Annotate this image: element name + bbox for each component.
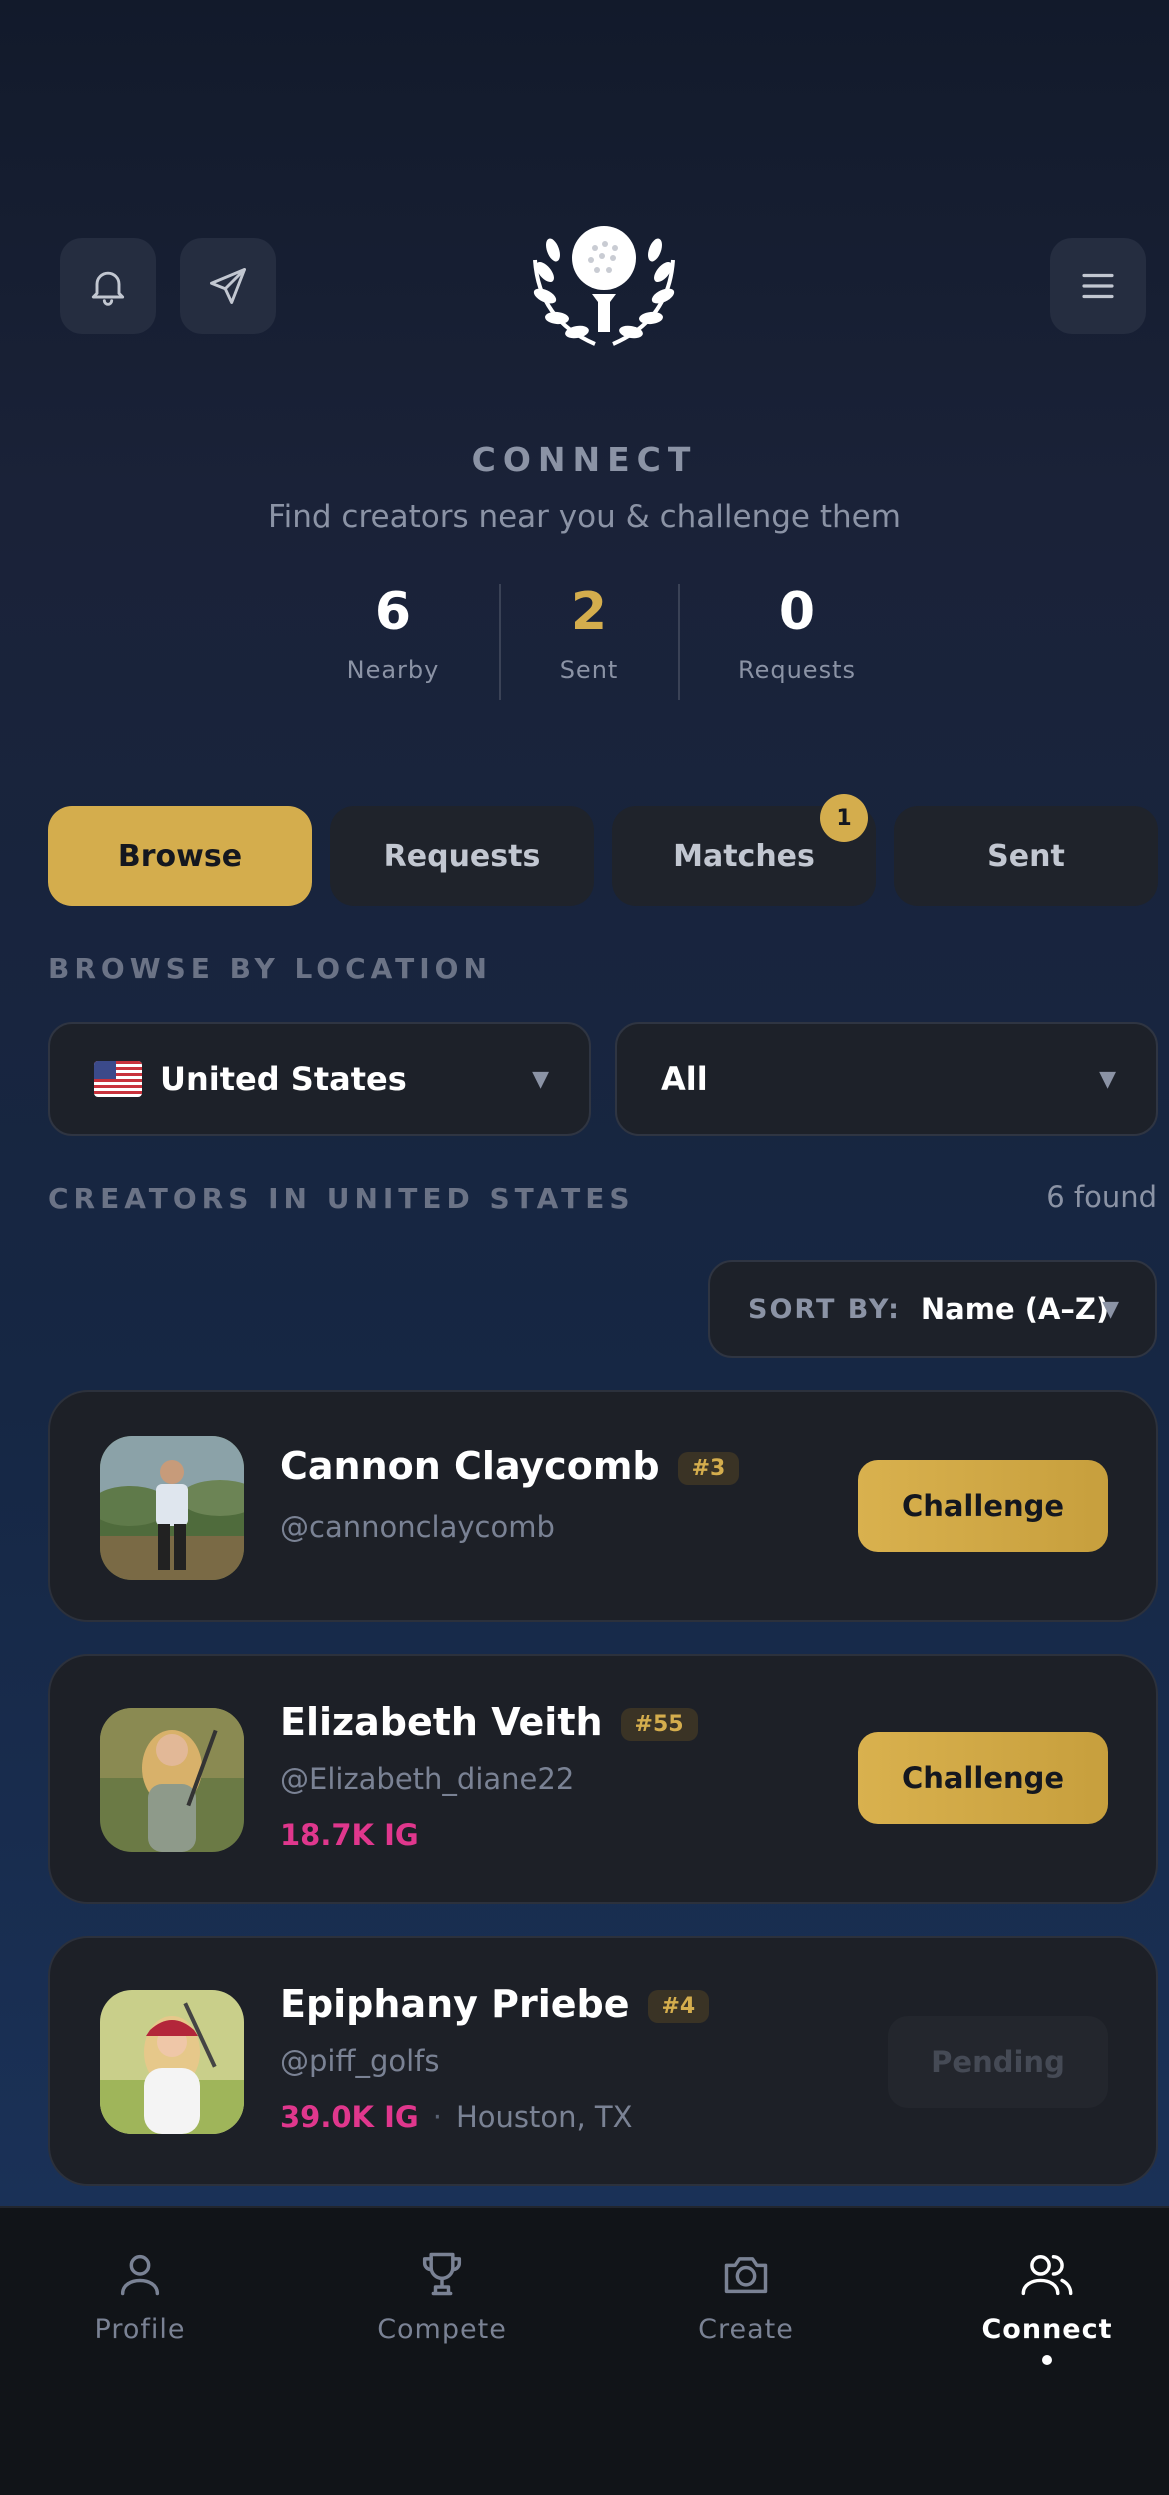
- tab-bar: Browse Requests Matches 1 Sent: [48, 794, 1158, 906]
- chevron-down-icon: ▼: [1102, 1296, 1119, 1322]
- creator-name[interactable]: Elizabeth Veith #55: [280, 1700, 698, 1744]
- notifications-button[interactable]: [60, 238, 156, 334]
- page-subtitle: Find creators near you & challenge them: [268, 499, 901, 535]
- active-indicator: [1042, 2355, 1052, 2365]
- creator-name-text: Cannon Claycomb: [280, 1444, 660, 1488]
- golf-ball-laurel-logo: [533, 226, 675, 346]
- sort-value: Name (A–Z): [920, 1292, 1110, 1326]
- nav-label: Profile: [94, 2314, 186, 2345]
- matches-count-badge: 1: [820, 794, 868, 842]
- creator-handle: @piff_golfs: [280, 2044, 440, 2078]
- creator-meta: 39.0K IG · Houston, TX: [280, 2100, 633, 2134]
- tab-sent[interactable]: Sent: [894, 806, 1158, 906]
- browse-section-label: BROWSE BY LOCATION: [48, 952, 492, 985]
- nav-connect[interactable]: Connect: [947, 2248, 1147, 2365]
- results-count: 6 found: [1046, 1180, 1157, 1214]
- divider: [678, 584, 680, 700]
- bell-icon: [91, 271, 125, 306]
- instagram-followers: 39.0K IG: [280, 2100, 419, 2134]
- creator-card[interactable]: Cannon Claycomb #3 @cannonclaycomb Challe…: [48, 1390, 1158, 1622]
- messages-button[interactable]: [180, 238, 276, 334]
- hero: CONNECT Find creators near you & challen…: [0, 440, 1169, 535]
- creator-name-text: Epiphany Priebe: [280, 1982, 630, 2026]
- us-flag-icon: [94, 1061, 142, 1097]
- stat-nearby: 6 Nearby: [293, 580, 493, 684]
- instagram-followers: 18.7K IG: [280, 1818, 419, 1852]
- creator-name-text: Elizabeth Veith: [280, 1700, 603, 1744]
- stat-label: Nearby: [346, 656, 440, 684]
- stat-value: 2: [570, 582, 608, 642]
- creator-card[interactable]: Elizabeth Veith #55 @Elizabeth_diane22 18…: [48, 1654, 1158, 1904]
- separator: ·: [432, 2100, 442, 2134]
- country-value: United States: [160, 1060, 407, 1098]
- stat-requests: 0 Requests: [697, 580, 897, 684]
- stat-label: Sent: [559, 656, 619, 684]
- sort-select[interactable]: SORT BY: Name (A–Z) ▼: [708, 1260, 1157, 1358]
- top-bar: [0, 226, 1169, 346]
- avatar: [100, 1708, 244, 1852]
- nav-create[interactable]: Create: [646, 2248, 846, 2345]
- nav-label: Create: [698, 2314, 794, 2345]
- hamburger-menu-icon: [1082, 273, 1114, 299]
- sort-label: SORT BY:: [748, 1293, 901, 1325]
- rank-badge: #3: [677, 1452, 740, 1485]
- creators-section-label: CREATORS IN UNITED STATES: [48, 1182, 635, 1215]
- creator-handle: @cannonclaycomb: [280, 1510, 555, 1544]
- pending-button[interactable]: Pending: [888, 2016, 1108, 2108]
- trophy-icon: [422, 2252, 462, 2296]
- tab-browse[interactable]: Browse: [48, 806, 312, 906]
- rank-badge: #4: [647, 1990, 710, 2023]
- nav-profile[interactable]: Profile: [40, 2248, 240, 2345]
- challenge-button[interactable]: Challenge: [858, 1460, 1108, 1552]
- stats-row: 6 Nearby 2 Sent 0 Requests: [0, 580, 1169, 700]
- creator-meta: 18.7K IG: [280, 1818, 419, 1852]
- creator-handle: @Elizabeth_diane22: [280, 1762, 575, 1796]
- tab-matches[interactable]: Matches 1: [612, 794, 876, 906]
- creator-card[interactable]: Epiphany Priebe #4 @piff_golfs 39.0K IG · H…: [48, 1936, 1158, 2186]
- stat-value: 6: [374, 582, 412, 642]
- creator-name[interactable]: Epiphany Priebe #4: [280, 1982, 710, 2026]
- page-title: CONNECT: [471, 440, 698, 479]
- paper-plane-icon: [210, 268, 246, 304]
- stat-value: 0: [778, 582, 816, 642]
- region-select[interactable]: All ▼: [615, 1022, 1158, 1136]
- nav-label: Compete: [377, 2314, 507, 2345]
- avatar: [100, 1990, 244, 2134]
- creator-location: Houston, TX: [455, 2100, 633, 2134]
- chevron-down-icon: ▼: [532, 1066, 549, 1092]
- people-icon: [1021, 2255, 1073, 2296]
- tab-requests[interactable]: Requests: [330, 806, 594, 906]
- nav-compete[interactable]: Compete: [342, 2248, 542, 2345]
- stat-label: Requests: [738, 656, 856, 684]
- chevron-down-icon: ▼: [1099, 1066, 1116, 1092]
- bottom-navigation: Profile Compete Create Connect: [0, 2206, 1169, 2495]
- stat-sent: 2 Sent: [489, 580, 689, 684]
- camera-icon: [724, 2257, 768, 2294]
- country-select[interactable]: United States ▼: [48, 1022, 591, 1136]
- tab-label: Matches: [673, 838, 815, 874]
- rank-badge: #55: [620, 1708, 698, 1741]
- challenge-button[interactable]: Challenge: [858, 1732, 1108, 1824]
- menu-button[interactable]: [1050, 238, 1146, 334]
- region-value: All: [661, 1060, 708, 1098]
- creator-name[interactable]: Cannon Claycomb #3: [280, 1444, 740, 1488]
- nav-label: Connect: [981, 2314, 1113, 2345]
- person-icon: [120, 2254, 160, 2296]
- avatar: [100, 1436, 244, 1580]
